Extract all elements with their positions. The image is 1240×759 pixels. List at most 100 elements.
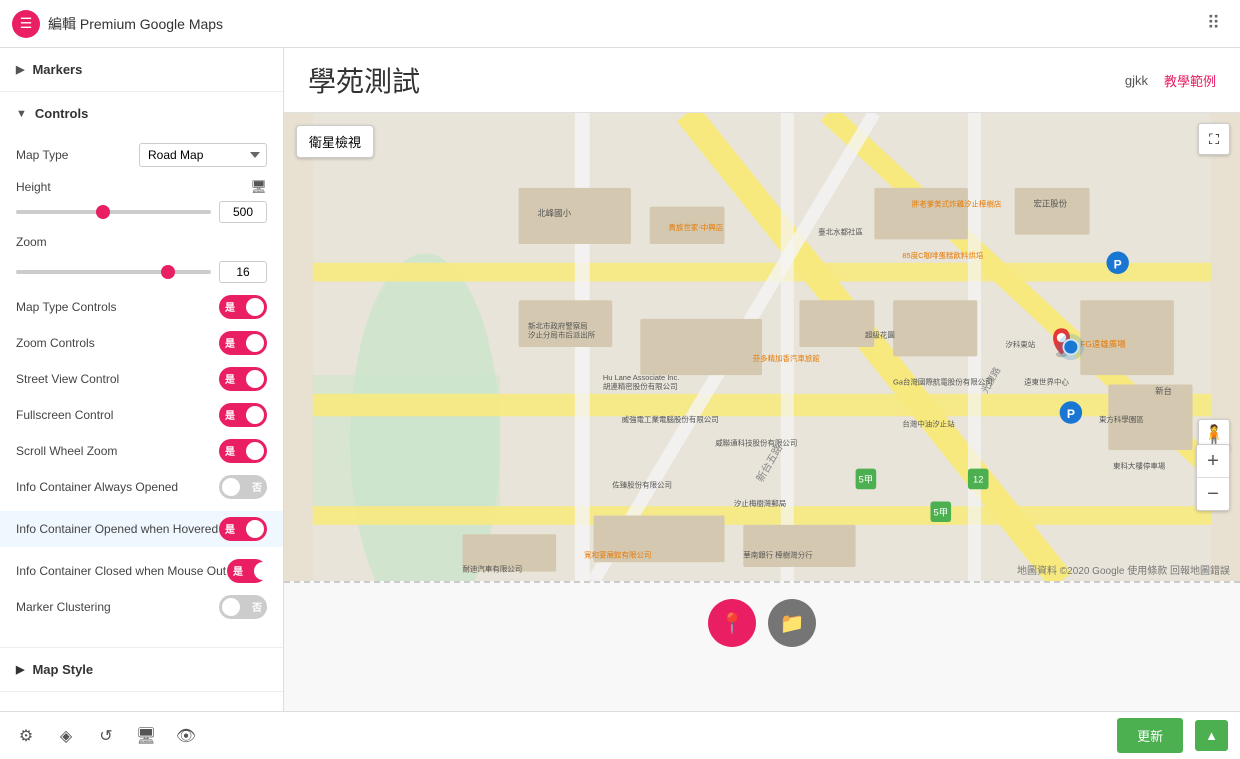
- fullscreen-on-label: 是: [225, 407, 235, 422]
- marker-clustering-off-label: 否: [252, 599, 262, 614]
- topbar: ☰ 編輯 Premium Google Maps ⠿: [0, 0, 1240, 48]
- info-hover-toggle[interactable]: 是: [219, 517, 267, 541]
- info-always-toggle[interactable]: 否: [219, 475, 267, 499]
- svg-text:P: P: [1067, 407, 1075, 421]
- info-always-row: Info Container Always Opened 否: [16, 475, 267, 499]
- info-hover-on-label: 是: [225, 521, 235, 536]
- map-copyright: 地圖資料 ©2020 Google 使用條款 回報地圖錯誤: [1017, 562, 1230, 577]
- markers-label: Markers: [32, 62, 82, 77]
- map-bottom-icons: 📍 📁: [708, 599, 816, 647]
- layers-icon[interactable]: ◈: [52, 722, 80, 750]
- svg-text:12: 12: [973, 475, 983, 485]
- satellite-button[interactable]: 衛星檢視: [296, 125, 374, 158]
- svg-text:華南銀行 樟樹灣分行: 華南銀行 樟樹灣分行: [743, 550, 813, 560]
- zoom-in-button[interactable]: +: [1197, 445, 1229, 477]
- scroll-wheel-label: Scroll Wheel Zoom: [16, 444, 219, 458]
- svg-text:威強電工業電腦股份有限公司: 威強電工業電腦股份有限公司: [622, 414, 719, 424]
- controls-label: Controls: [35, 106, 88, 121]
- marker-clustering-row: Marker Clustering 否: [16, 595, 267, 619]
- svg-text:汐止梅樹灣郵局: 汐止梅樹灣郵局: [734, 498, 786, 508]
- svg-text:台灣中油汐止站: 台灣中油汐止站: [902, 419, 955, 429]
- svg-text:胖老爹美式炸雞汐止樟樹店: 胖老爹美式炸雞汐止樟樹店: [912, 199, 1002, 209]
- svg-text:Hu Lane Associate Inc.: Hu Lane Associate Inc.: [603, 373, 679, 382]
- map-area: 學苑測試 gjkk 教學範例: [284, 48, 1240, 711]
- markers-header[interactable]: ▶ Markers: [0, 48, 283, 91]
- zoom-value[interactable]: 16: [219, 261, 267, 283]
- svg-text:耐迪汽車有限公司: 耐迪汽車有限公司: [462, 564, 522, 574]
- map-style-label: Map Style: [32, 662, 93, 677]
- svg-text:FG遠雄廣場: FG遠雄廣場: [1080, 339, 1126, 349]
- info-mouseout-row: Info Container Closed when Mouse Out 是: [16, 559, 267, 583]
- info-hover-row: Info Container Opened when Hovered 是: [0, 511, 283, 547]
- marker-clustering-label: Marker Clustering: [16, 600, 219, 614]
- zoom-controls-toggle[interactable]: 是: [219, 331, 267, 355]
- zoom-out-button[interactable]: −: [1197, 478, 1229, 510]
- height-label: Height: [16, 180, 246, 194]
- height-slider[interactable]: [16, 210, 211, 214]
- map-svg: 新台五路 光復路 5甲 12 5甲 P P: [284, 113, 1240, 581]
- map-tutorial-link[interactable]: 教學範例: [1164, 71, 1216, 90]
- map-style-header: ▶ Map Style: [16, 662, 267, 677]
- main-layout: ▶ Markers ▼ Controls Map Type Road Map S…: [0, 48, 1240, 711]
- settings-icon[interactable]: ⚙: [12, 722, 40, 750]
- hamburger-icon: ☰: [20, 15, 33, 32]
- fullscreen-row: Fullscreen Control 是: [16, 403, 267, 427]
- svg-text:宏正股份: 宏正股份: [1033, 199, 1067, 209]
- scroll-wheel-row: Scroll Wheel Zoom 是: [16, 439, 267, 463]
- map-type-label: Map Type: [16, 148, 139, 162]
- update-button[interactable]: 更新: [1117, 718, 1183, 753]
- controls-body: Map Type Road Map Satellite Hybrid Terra…: [0, 135, 283, 647]
- svg-text:汐科東站: 汐科東站: [1005, 339, 1035, 349]
- gray-folder-button[interactable]: 📁: [768, 599, 816, 647]
- pink-marker-icon: 📍: [720, 611, 745, 636]
- map-type-controls-toggle[interactable]: 是: [219, 295, 267, 319]
- zoom-slider[interactable]: [16, 270, 211, 274]
- svg-text:貴族世家-中興店: 貴族世家-中興店: [668, 222, 723, 232]
- grid-icon[interactable]: ⠿: [1207, 13, 1220, 34]
- zoom-controls-label: Zoom Controls: [16, 336, 219, 350]
- marker-clustering-toggle[interactable]: 否: [219, 595, 267, 619]
- desktop-icon[interactable]: 🖥: [132, 722, 160, 750]
- history-icon[interactable]: ↺: [92, 722, 120, 750]
- svg-text:寬和宴展館有限公司: 寬和宴展館有限公司: [584, 550, 651, 560]
- scroll-wheel-on-label: 是: [225, 443, 235, 458]
- info-mouseout-toggle[interactable]: 是: [227, 559, 267, 583]
- height-value[interactable]: 500: [219, 201, 267, 223]
- street-view-toggle[interactable]: 是: [219, 367, 267, 391]
- arrow-button[interactable]: ▲: [1195, 720, 1228, 751]
- satellite-button-label: 衛星檢視: [309, 135, 361, 150]
- map-page-header: 學苑測試 gjkk 教學範例: [284, 48, 1240, 113]
- zoom-slider-row: 16: [16, 261, 267, 283]
- map-container: 新台五路 光復路 5甲 12 5甲 P P: [284, 113, 1240, 581]
- map-type-controls-on-label: 是: [225, 299, 235, 314]
- bottom-bar: ⚙ ◈ ↺ 🖥 👁 更新 ▲: [0, 711, 1240, 759]
- map-type-controls-row: Map Type Controls 是: [16, 295, 267, 319]
- map-background: 新台五路 光復路 5甲 12 5甲 P P: [284, 113, 1240, 581]
- pink-marker-button[interactable]: 📍: [708, 599, 756, 647]
- markers-section: ▶ Markers: [0, 48, 283, 92]
- page-title: 學苑測試: [308, 60, 420, 100]
- fullscreen-toggle[interactable]: 是: [219, 403, 267, 427]
- map-page-right: gjkk 教學範例: [1125, 71, 1216, 90]
- map-user-label: gjkk: [1125, 73, 1148, 88]
- svg-text:遠東世界中心: 遠東世界中心: [1024, 376, 1069, 386]
- gray-folder-icon: 📁: [780, 611, 805, 636]
- map-type-row: Map Type Road Map Satellite Hybrid Terra…: [16, 143, 267, 167]
- svg-text:汐止分局市后派出所: 汐止分局市后派出所: [528, 330, 596, 340]
- street-view-label: Street View Control: [16, 372, 219, 386]
- zoom-controls-on-label: 是: [225, 335, 235, 350]
- zoom-controls: + −: [1196, 444, 1230, 511]
- eye-icon[interactable]: 👁: [172, 722, 200, 750]
- scroll-wheel-toggle[interactable]: 是: [219, 439, 267, 463]
- svg-text:新北市政府警察局: 新北市政府警察局: [528, 320, 588, 330]
- svg-text:Ga台灣國際航電股份有限公司: Ga台灣國際航電股份有限公司: [893, 376, 993, 386]
- street-view-on-label: 是: [225, 371, 235, 386]
- svg-text:威聯通科技股份有限公司: 威聯通科技股份有限公司: [715, 437, 797, 447]
- controls-header[interactable]: ▼ Controls: [0, 92, 283, 135]
- topbar-title: 編輯 Premium Google Maps: [48, 14, 1207, 34]
- map-style-section[interactable]: ▶ Map Style: [0, 648, 283, 692]
- svg-text:北峰國小: 北峰國小: [537, 208, 571, 218]
- fullscreen-button[interactable]: ⛶: [1198, 123, 1230, 155]
- menu-button[interactable]: ☰: [12, 10, 40, 38]
- map-type-select[interactable]: Road Map Satellite Hybrid Terrain: [139, 143, 267, 167]
